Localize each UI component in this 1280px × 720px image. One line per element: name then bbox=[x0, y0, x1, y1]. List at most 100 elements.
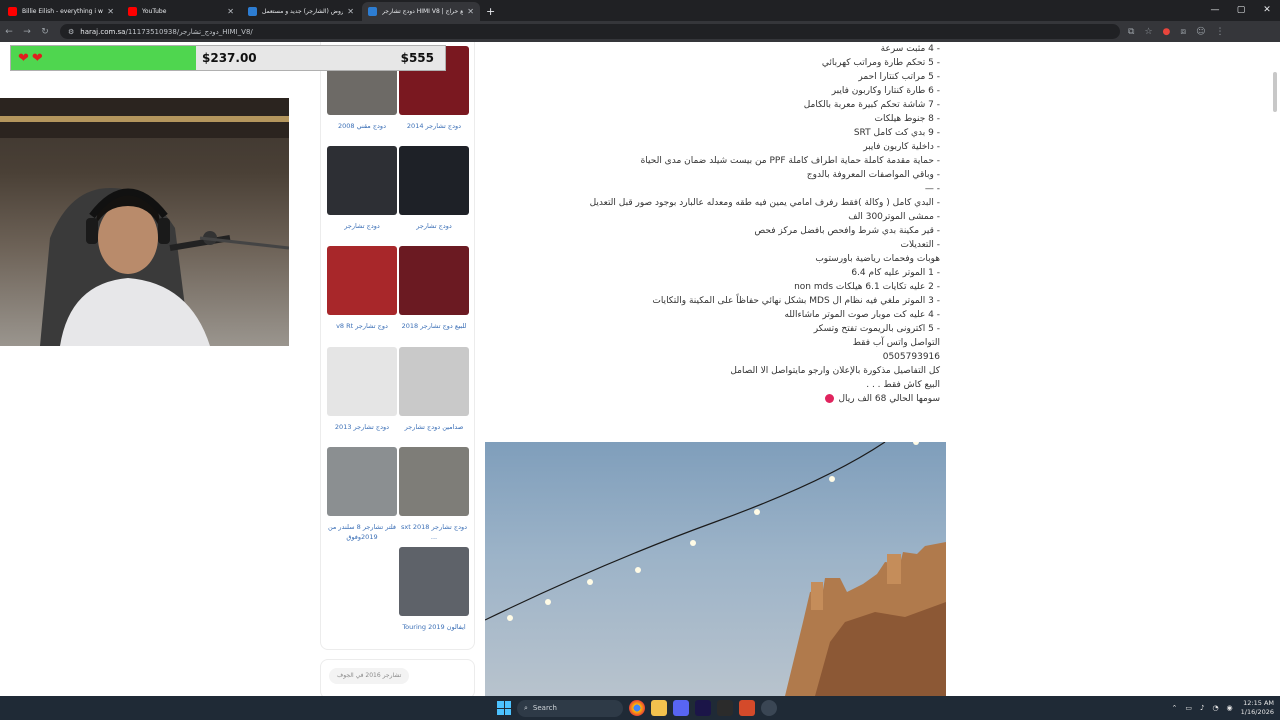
related-row: فلتر تشارجر 8 سلندر من 2019وفوق دودج تشار… bbox=[327, 447, 472, 542]
related-ad-title[interactable]: دودج تشارجر bbox=[399, 221, 469, 231]
clock[interactable]: 12:15 AM 1/16/2026 bbox=[1241, 699, 1274, 717]
close-tab-icon[interactable]: ✕ bbox=[347, 7, 354, 16]
browser-tab[interactable]: Billie Eilish - everything i wanted ✕ bbox=[2, 2, 120, 21]
related-ad-thumbnail[interactable] bbox=[399, 246, 469, 315]
related-ad-card[interactable]: دودج تشارجر 2018 sxt ... bbox=[399, 447, 469, 542]
related-ad-card[interactable]: صدامين دودج تشارجر bbox=[399, 347, 469, 432]
close-tab-icon[interactable]: ✕ bbox=[227, 7, 234, 16]
related-row: دودج تشارجر دودج تشارجر bbox=[327, 146, 472, 231]
wifi-icon[interactable]: ◔ bbox=[1212, 704, 1218, 712]
back-icon[interactable]: ← bbox=[0, 27, 18, 37]
menu-icon[interactable]: ⋮ bbox=[1216, 27, 1225, 37]
page-scrollbar-thumb[interactable] bbox=[1273, 72, 1277, 112]
description-text: - 5 تحكم طارة ومراتب كهربائي bbox=[821, 58, 940, 68]
related-ad-title[interactable]: دودج تشارجر 2013 bbox=[327, 422, 397, 432]
bookmark-star-icon[interactable]: ☆ bbox=[1144, 27, 1152, 37]
settings-gear-icon[interactable] bbox=[761, 700, 777, 716]
related-ad-thumbnail[interactable] bbox=[399, 547, 469, 616]
related-ad-card[interactable]: فلتر تشارجر 8 سلندر من 2019وفوق bbox=[327, 447, 397, 542]
maximize-icon[interactable]: ▢ bbox=[1228, 0, 1254, 21]
close-tab-icon[interactable]: ✕ bbox=[467, 7, 474, 16]
forward-icon[interactable]: → bbox=[18, 27, 36, 37]
red-circle-icon bbox=[825, 394, 835, 403]
related-ad-title[interactable]: دودج تشارجر bbox=[327, 221, 397, 231]
related-ad-title[interactable]: للبيع دوج تشارجر 2018 bbox=[399, 321, 469, 331]
install-icon[interactable]: ⧉ bbox=[1128, 27, 1134, 37]
related-ad-title[interactable]: صدامين دودج تشارجر bbox=[399, 422, 469, 432]
profile-icon[interactable]: ☺ bbox=[1196, 27, 1205, 37]
browser-tab-strip: Billie Eilish - everything i wanted✕YouT… bbox=[0, 0, 1280, 21]
tab-title: Billie Eilish - everything i wanted bbox=[22, 8, 103, 15]
new-tab-icon[interactable]: + bbox=[486, 2, 495, 21]
browser-tab[interactable]: YouTube ✕ bbox=[122, 2, 240, 21]
youtube-icon bbox=[8, 7, 17, 16]
related-ad-card[interactable]: دودج تشارجر bbox=[327, 146, 397, 231]
volume-icon[interactable]: ◉ bbox=[1227, 704, 1233, 712]
chevron-up-icon[interactable]: ⌃ bbox=[1171, 704, 1177, 712]
description-text: - 7 شاشة تحكم كبيرة معربة بالكامل bbox=[803, 100, 940, 110]
network-icon[interactable]: ▭ bbox=[1185, 704, 1192, 712]
streamer-webcam bbox=[0, 98, 289, 346]
minimize-icon[interactable]: — bbox=[1202, 0, 1228, 21]
browser-tab[interactable]: افضل عروض (الشارجر) جديد و مستعمل✕ bbox=[242, 2, 360, 21]
description-line: - 3 الموتر ملغي فيه نظام ال MDS بشكل نها… bbox=[485, 294, 940, 308]
related-ad-title[interactable]: ايفالون 2019 Touring bbox=[399, 622, 469, 632]
url-path: /11173510938/دودج_تشارجر_HIMI_V8/ bbox=[125, 27, 253, 36]
description-text: - وباقي المواصفات المعروفة بالدوج bbox=[806, 170, 940, 180]
taskbar-search[interactable]: ⌕ Search bbox=[517, 699, 623, 717]
related-ad-title[interactable]: فلتر تشارجر 8 سلندر من 2019وفوق bbox=[327, 522, 397, 542]
related-ad-title[interactable]: دودج تشارجر 2018 sxt ... bbox=[399, 522, 469, 542]
close-window-icon[interactable]: ✕ bbox=[1254, 0, 1280, 21]
description-text: - 1 الموتر عليه كام 6.4 bbox=[851, 268, 940, 278]
related-ad-title[interactable]: دودج مقني 2008 bbox=[327, 121, 397, 131]
file-explorer-icon[interactable] bbox=[651, 700, 667, 716]
chrome-icon[interactable] bbox=[629, 700, 645, 716]
url-input[interactable]: ⚙ haraj.com.sa /11173510938/دودج_تشارجر_… bbox=[60, 24, 1120, 39]
webcam-image bbox=[0, 98, 289, 346]
system-tray: ⌃ ▭ ♪ ◔ ◉ 12:15 AM 1/16/2026 bbox=[1171, 696, 1274, 720]
discord-icon[interactable] bbox=[673, 700, 689, 716]
description-line: هوبات وفحمات رياضية باورستوب bbox=[485, 252, 940, 266]
ad-photo[interactable] bbox=[485, 442, 946, 696]
capcut-icon[interactable] bbox=[717, 700, 733, 716]
related-ad-card[interactable]: دودج تشارجر bbox=[399, 146, 469, 231]
close-tab-icon[interactable]: ✕ bbox=[107, 7, 114, 16]
description-line: - 5 مراتب كنتارا احمر bbox=[485, 70, 940, 84]
related-ad-card[interactable]: ايفالون 2019 Touring bbox=[399, 547, 469, 632]
extension-icon[interactable]: ● bbox=[1163, 27, 1171, 37]
description-text: كل التفاصيل مذكورة بالإعلان وارجو مايتوا… bbox=[730, 366, 940, 376]
related-ad-card[interactable]: دودج تشارجر 2013 bbox=[327, 347, 397, 432]
related-ad-title[interactable]: دودج تشارجر 2014 bbox=[399, 121, 469, 131]
clock-time: 12:15 AM bbox=[1243, 699, 1274, 707]
site-info-icon[interactable]: ⚙ bbox=[68, 28, 74, 36]
current-amount: $237.00 bbox=[202, 51, 257, 65]
description-text: 0505793916 bbox=[882, 352, 940, 362]
related-ad-thumbnail[interactable] bbox=[399, 146, 469, 215]
related-ad-thumbnail[interactable] bbox=[399, 447, 469, 516]
related-chip[interactable]: تشارجر 2016 في الجوف bbox=[329, 668, 410, 684]
window-controls: — ▢ ✕ bbox=[1202, 0, 1280, 21]
premiere-icon[interactable] bbox=[695, 700, 711, 716]
related-ad-thumbnail[interactable] bbox=[399, 347, 469, 416]
related-ad-thumbnail[interactable] bbox=[327, 246, 397, 315]
description-line: - 5 اكترونى بالريموت تفتح وتسكر bbox=[485, 322, 940, 336]
reload-icon[interactable]: ↻ bbox=[36, 27, 54, 37]
related-ad-card[interactable]: دوج تشارجر v8 Rt bbox=[327, 246, 397, 331]
description-line: - 9 بدي كت كامل SRT bbox=[485, 126, 940, 140]
start-windows-icon[interactable] bbox=[497, 701, 511, 715]
browser-tab[interactable]: دودج تشارجر HIMI V8 | موقع حراج✕ bbox=[362, 2, 480, 21]
related-ad-thumbnail[interactable] bbox=[327, 146, 397, 215]
mic-icon[interactable]: ♪ bbox=[1200, 704, 1204, 712]
related-ad-thumbnail[interactable] bbox=[327, 447, 397, 516]
related-ad-thumbnail[interactable] bbox=[327, 347, 397, 416]
description-line: - 1 الموتر عليه كام 6.4 bbox=[485, 266, 940, 280]
youtube-icon bbox=[128, 7, 137, 16]
description-text: - 2 عليه تكايات 6.1 هيلكات non mds bbox=[794, 282, 940, 292]
search-icon: ⌕ bbox=[524, 703, 528, 712]
extensions-puzzle-icon[interactable]: ⧈ bbox=[1180, 27, 1186, 37]
taskbar-search-label: Search bbox=[532, 704, 557, 712]
obs-icon[interactable] bbox=[739, 700, 755, 716]
related-ad-card[interactable]: للبيع دوج تشارجر 2018 bbox=[399, 246, 469, 331]
related-ad-title[interactable]: دوج تشارجر v8 Rt bbox=[327, 321, 397, 331]
description-line: - 4 عليه كت موبار صوت الموتر ماشاءالله bbox=[485, 308, 940, 322]
